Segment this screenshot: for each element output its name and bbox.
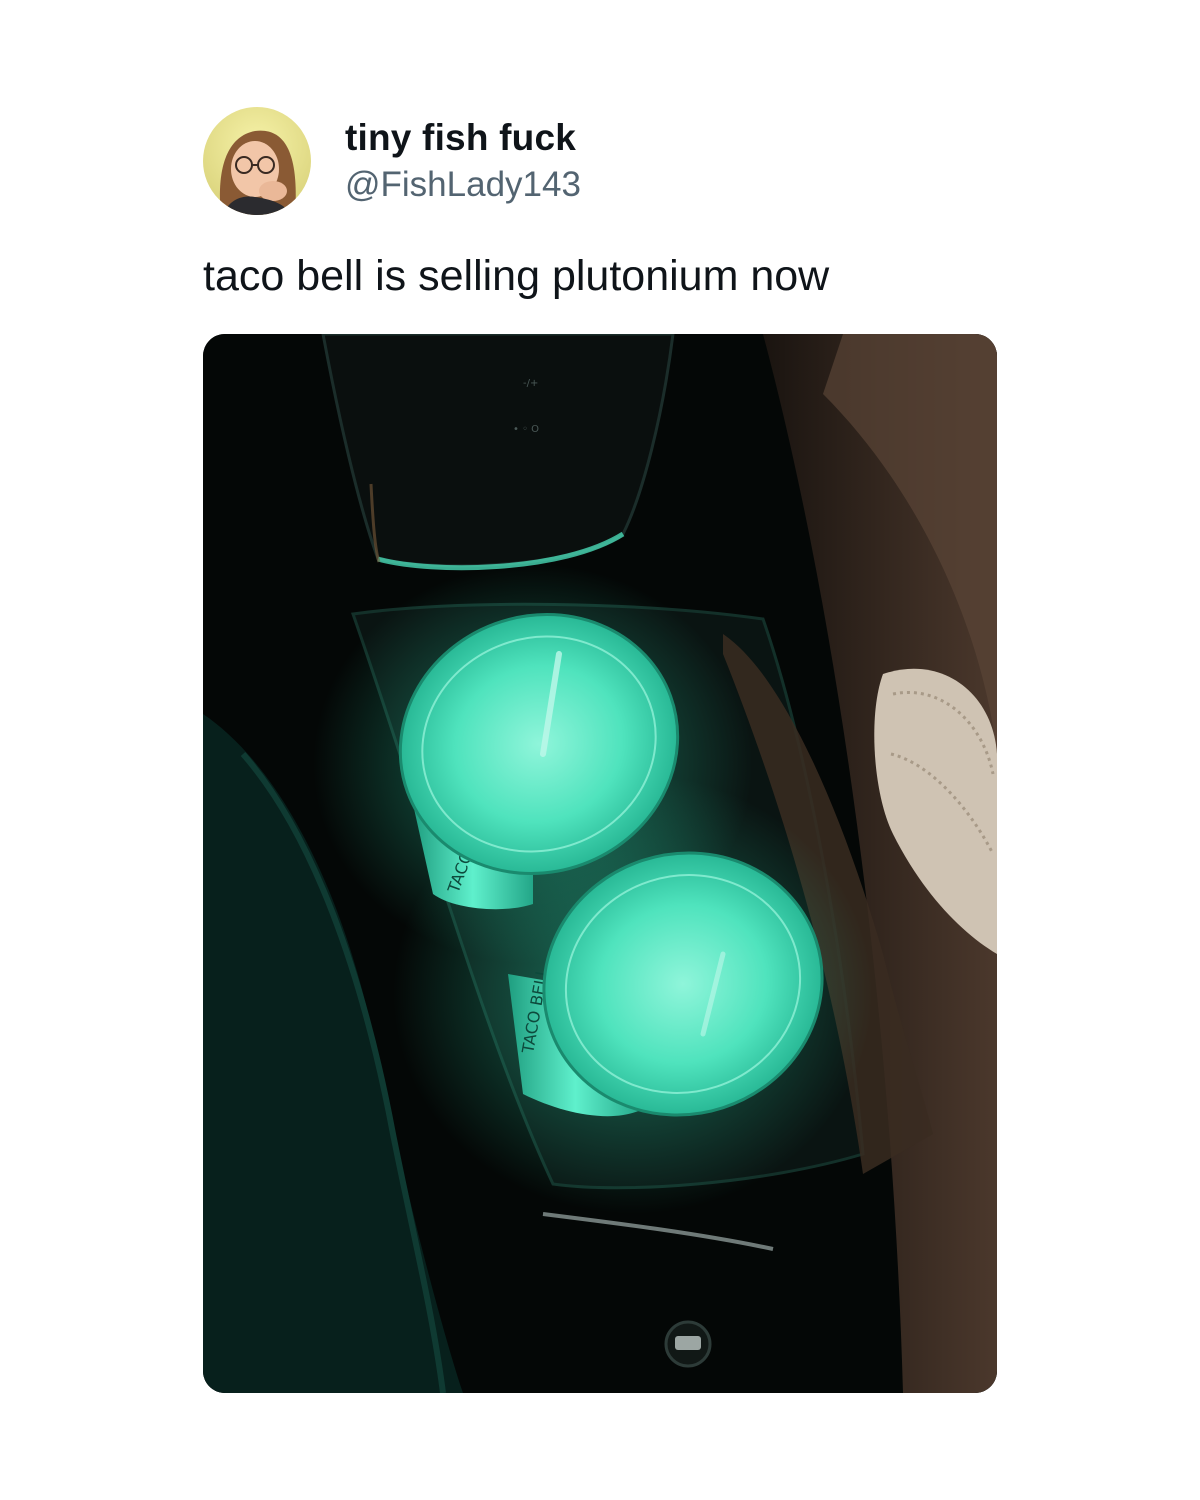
svg-text:-/+: -/+ bbox=[523, 378, 538, 389]
tweet-header: tiny fish fuck @FishLady143 bbox=[203, 107, 581, 215]
user-avatar-icon bbox=[203, 107, 311, 215]
tweet-card: tiny fish fuck @FishLady143 taco bell is… bbox=[0, 0, 1200, 1500]
car-console-photo-icon: -/+ • ◦ O TACO BELL TACO BELL bbox=[203, 334, 997, 1393]
author-names: tiny fish fuck @FishLady143 bbox=[345, 116, 581, 206]
tweet-media-photo[interactable]: -/+ • ◦ O TACO BELL TACO BELL bbox=[203, 334, 997, 1393]
svg-text:• ◦ O: • ◦ O bbox=[513, 424, 539, 435]
display-name[interactable]: tiny fish fuck bbox=[345, 116, 581, 160]
avatar[interactable] bbox=[203, 107, 311, 215]
user-handle[interactable]: @FishLady143 bbox=[345, 164, 581, 206]
tweet-text: taco bell is selling plutonium now bbox=[203, 252, 830, 300]
